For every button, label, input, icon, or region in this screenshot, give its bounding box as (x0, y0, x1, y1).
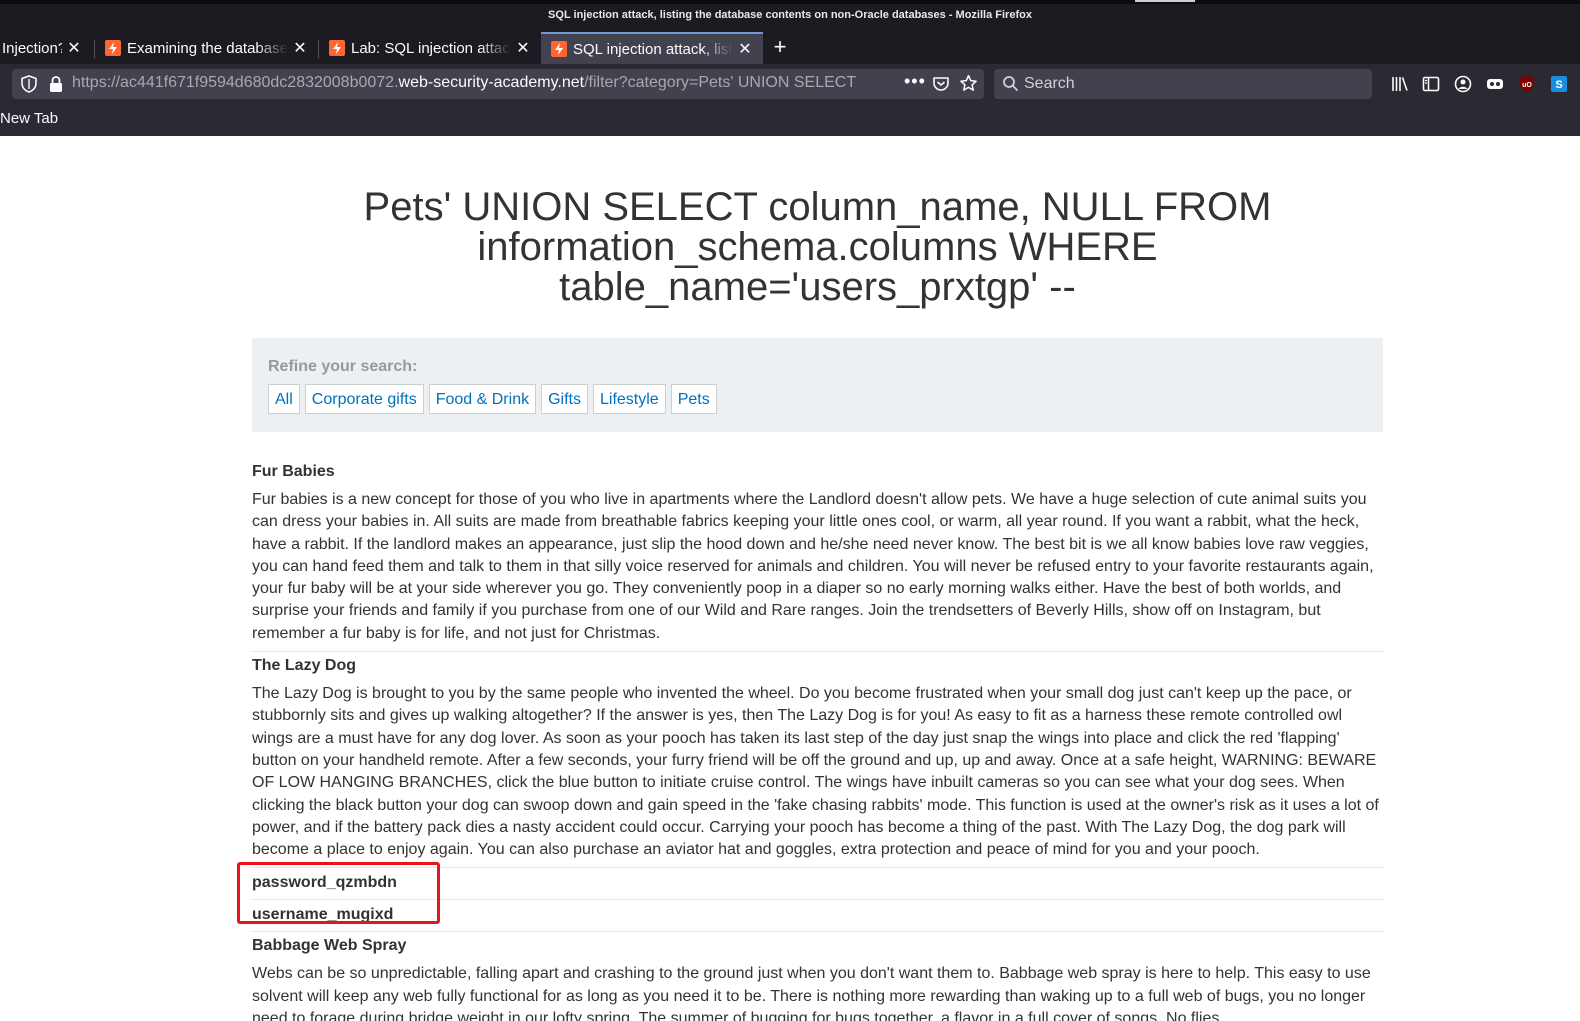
tab-examining-database[interactable]: Examining the database ✕ (95, 32, 318, 64)
extension-icon[interactable] (1486, 75, 1504, 93)
product-description: Webs can be so unpredictable, falling ap… (252, 965, 1371, 1021)
svg-text:uO: uO (1522, 82, 1532, 89)
top-strip (0, 0, 1580, 4)
highlight-box (237, 862, 440, 924)
product-description: The Lazy Dog is brought to you by the sa… (252, 685, 1379, 859)
close-icon[interactable]: ✕ (515, 38, 531, 58)
pocket-icon[interactable] (932, 75, 950, 93)
favicon-icon (551, 41, 567, 57)
account-icon[interactable] (1454, 75, 1472, 93)
favicon-icon (329, 40, 345, 56)
close-icon[interactable]: ✕ (66, 38, 82, 58)
svg-text:S: S (1555, 79, 1562, 91)
page-title: Pets' UNION SELECT column_name, NULL FRO… (363, 185, 1272, 309)
url-text[interactable]: https://ac441f671f9594d680dc2832008b0072… (72, 74, 902, 92)
url-prefix: https://ac441f671f9594d680dc2832008b0072… (72, 74, 399, 91)
search-bar[interactable]: Search (994, 69, 1372, 99)
plus-icon[interactable]: + (766, 32, 794, 64)
bookmarks-toolbar: New Tab (0, 104, 1580, 136)
category-list: All Corporate gifts Food & Drink Gifts L… (268, 384, 717, 414)
title-bar: SQL injection attack, listing the databa… (0, 0, 1580, 32)
tab-injection[interactable]: Injection? ✕ (0, 32, 92, 64)
refine-label: Refine your search: (268, 358, 418, 375)
lock-icon[interactable] (48, 75, 64, 93)
table-row: The Lazy Dog The Lazy Dog is brought to … (252, 652, 1383, 869)
sidebar-icon[interactable] (1422, 75, 1440, 93)
ublock-icon[interactable]: uO (1518, 75, 1536, 93)
extension-blue-icon[interactable]: S (1550, 75, 1568, 93)
table-row: Babbage Web Spray Webs can be so unpredi… (252, 932, 1383, 1021)
category-link-food-drink[interactable]: Food & Drink (428, 384, 537, 414)
browser-chrome: SQL injection attack, listing the databa… (0, 0, 1580, 136)
table-row: Fur Babies Fur babies is a new concept f… (252, 458, 1383, 653)
product-description: Fur babies is a new concept for those of… (252, 491, 1374, 642)
search-icon (1003, 76, 1019, 92)
navigation-bar: https://ac441f671f9594d680dc2832008b0072… (0, 64, 1580, 104)
product-name: Babbage Web Spray (252, 937, 407, 955)
product-name: Fur Babies (252, 463, 335, 480)
tab-label: Examining the database (127, 39, 288, 57)
library-icon[interactable] (1391, 75, 1409, 93)
window-title: SQL injection attack, listing the databa… (548, 9, 1032, 21)
product-name: The Lazy Dog (252, 657, 357, 675)
close-icon[interactable]: ✕ (737, 39, 753, 59)
favicon-icon (105, 40, 121, 56)
filter-panel: Refine your search: All Corporate gifts … (252, 338, 1383, 432)
bookmark-new-tab[interactable]: New Tab (0, 110, 58, 127)
url-bar[interactable]: https://ac441f671f9594d680dc2832008b0072… (12, 69, 984, 99)
tab-label: Lab: SQL injection attack (351, 39, 511, 57)
shield-icon[interactable] (20, 75, 38, 93)
close-icon[interactable]: ✕ (292, 38, 308, 58)
tab-label: Injection? (2, 39, 62, 57)
category-link-pets[interactable]: Pets (670, 384, 717, 414)
tab-active-sql-injection-listing[interactable]: SQL injection attack, listing ✕ (541, 32, 763, 64)
tab-label: SQL injection attack, listing (573, 40, 733, 58)
top-indicator (1135, 0, 1195, 2)
search-input[interactable]: Search (1024, 75, 1075, 93)
product-table: Fur Babies Fur babies is a new concept f… (252, 458, 1383, 1021)
tab-lab-sql-injection[interactable]: Lab: SQL injection attack ✕ (319, 32, 541, 64)
tab-strip: Injection? ✕ Examining the database ✕ La… (0, 32, 1580, 64)
category-link-corporate-gifts[interactable]: Corporate gifts (304, 384, 424, 414)
star-icon[interactable] (959, 74, 978, 93)
category-link-gifts[interactable]: Gifts (541, 384, 588, 414)
page-actions-more-button[interactable]: ••• (904, 71, 926, 92)
url-host: web-security-academy.net (398, 74, 585, 91)
category-link-all[interactable]: All (268, 384, 300, 414)
url-path: /filter?category=Pets' UNION SELECT (584, 74, 857, 91)
category-link-lifestyle[interactable]: Lifestyle (592, 384, 666, 414)
